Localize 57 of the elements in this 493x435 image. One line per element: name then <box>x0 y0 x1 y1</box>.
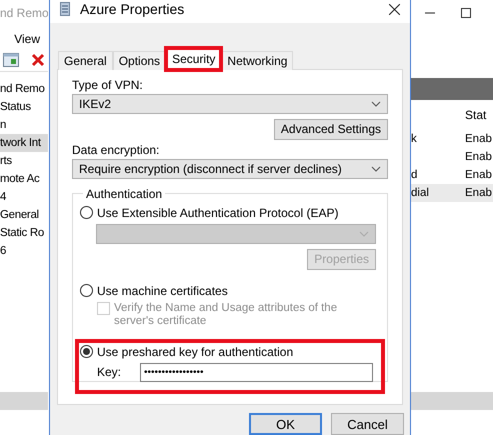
radio-button[interactable] <box>80 284 93 298</box>
table-cell: k <box>411 133 417 145</box>
chevron-icon <box>371 100 381 107</box>
tree-item[interactable]: General <box>0 206 48 224</box>
scrollbar[interactable] <box>411 392 493 410</box>
tab[interactable]: Security <box>166 48 222 70</box>
radio-option[interactable]: Use Extensible Authentication Protocol (EAP) <box>80 206 376 220</box>
tab[interactable]: Networking <box>221 50 294 70</box>
field-label: Key: <box>97 365 122 380</box>
radio-option[interactable]: Use preshared key for authentication <box>80 344 373 359</box>
table-cell: Enab <box>465 187 493 199</box>
window-icon[interactable] <box>3 52 19 66</box>
list-row[interactable]: d Enab <box>411 166 493 184</box>
dialog-button[interactable]: OK <box>249 413 322 435</box>
tree-item[interactable]: mote Ac <box>0 170 48 188</box>
scrollbar[interactable] <box>0 392 48 410</box>
field-label: Data encryption: <box>72 142 160 159</box>
group-title: Authentication <box>85 186 164 201</box>
table-cell: Enab <box>465 151 493 163</box>
radio-button[interactable] <box>80 206 93 220</box>
maximize-icon[interactable] <box>461 8 471 18</box>
vpn-type-dropdown[interactable]: IKEv2 <box>72 94 388 114</box>
table-cell: Enab <box>465 169 493 181</box>
tree-item[interactable]: Static Ro <box>0 224 48 242</box>
table-cell: Enab <box>465 133 493 145</box>
column-header[interactable]: Stat <box>465 108 486 122</box>
minimize-icon[interactable] <box>425 12 435 14</box>
tree-item[interactable]: 6 <box>0 242 48 260</box>
dialog-button[interactable]: Cancel <box>331 413 404 435</box>
field-label: Type of VPN: <box>72 78 144 94</box>
table-cell: dial <box>411 187 429 199</box>
table-cell: d <box>411 169 418 181</box>
menu-item[interactable]: View <box>14 32 40 48</box>
document-icon <box>60 2 70 16</box>
tree-item[interactable]: twork Int <box>0 134 48 152</box>
delete-icon[interactable] <box>31 52 45 66</box>
list-row[interactable]: Enab <box>411 148 493 166</box>
encryption-dropdown[interactable]: Require encryption (disconnect if server declines) <box>72 158 388 179</box>
chevron-icon <box>359 230 369 237</box>
radio-button[interactable] <box>80 345 93 358</box>
tab[interactable]: Options <box>112 50 166 70</box>
tree-item[interactable]: rts <box>0 152 48 170</box>
window-title: nd Remo <box>0 6 48 20</box>
tree-item[interactable]: nd Remo <box>0 80 48 98</box>
tab[interactable]: General <box>58 50 113 70</box>
key-field[interactable]: ••••••••••••••••• <box>140 362 373 382</box>
advanced-settings-button[interactable]: Advanced Settings <box>274 118 388 140</box>
tree-item[interactable]: n <box>0 116 48 134</box>
dialog-title: Azure Properties <box>80 1 186 18</box>
radio-option[interactable]: Use machine certificates <box>80 284 376 298</box>
checkbox-label: Verify the Name and Usage attributes of the server's certificate <box>114 302 338 328</box>
chevron-icon <box>371 166 381 172</box>
close-icon[interactable] <box>389 4 400 15</box>
tree-item[interactable]: Status <box>0 98 48 116</box>
tree-item[interactable]: 4 <box>0 188 48 206</box>
list-row[interactable]: dial Enab <box>411 184 493 202</box>
list-row[interactable]: k Enab <box>411 130 493 148</box>
